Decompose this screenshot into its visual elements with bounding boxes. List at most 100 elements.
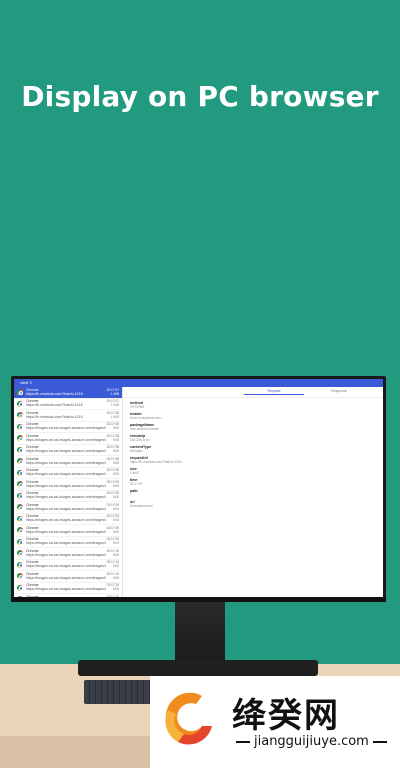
request-row[interactable]: Chromehttps://images-na.ssl-images-amazo… — [14, 468, 122, 479]
detail-value: 02:17:07 — [130, 482, 143, 486]
app-titlebar: vdeli 3 — [14, 379, 383, 387]
request-size: 1.4KB — [110, 403, 119, 407]
request-size: 6KB — [112, 518, 119, 522]
detail-pane: Request Response method OPTIONS header Host… — [124, 387, 383, 597]
request-url: https://images-na.ssl-images-amazon.com/… — [26, 460, 106, 465]
chrome-icon — [17, 458, 24, 465]
chrome-icon — [17, 584, 24, 591]
request-size: 6KB — [112, 552, 119, 557]
detail-field: remoteIp 140.205.xx.xx — [130, 434, 370, 442]
request-url: https://images-na.ssl-images-amazon.com/… — [26, 426, 106, 430]
request-size: 6KB — [112, 495, 119, 499]
request-row[interactable]: Chromehttps://images-na.ssl-images-amazo… — [14, 422, 122, 433]
request-row[interactable]: Chromehttps://images-na.ssl-images-amazo… — [14, 433, 122, 445]
chrome-icon — [17, 504, 24, 511]
request-row[interactable]: Chromehttps://images-na.ssl-images-amazo… — [14, 583, 122, 594]
request-row[interactable]: Chrome https://lh.resahost.com/?batch=121… — [14, 387, 122, 399]
request-url: https://images-na.ssl-images-amazon.com/… — [26, 506, 106, 511]
request-size: 6KB — [112, 449, 119, 453]
detail-field: time 02:17:07 — [130, 478, 370, 486]
detail-tabs: Request Response — [124, 387, 383, 398]
request-row[interactable]: Chromehttps://images-na.ssl-images-amazo… — [14, 514, 122, 525]
request-url: https://images-na.ssl-images-amazon.com/… — [26, 495, 106, 499]
request-url: https://images-na.ssl-images-amazon.com/… — [26, 587, 106, 591]
detail-value: 1.4KB — [130, 471, 139, 475]
request-size: 6KB — [112, 587, 119, 591]
request-row[interactable]: Chromehttps://images-na.ssl-images-amazo… — [14, 548, 122, 560]
request-url: https://images-na.ssl-images-amazon.com/… — [26, 529, 106, 534]
chrome-icon — [17, 515, 24, 522]
chrome-icon — [17, 469, 24, 476]
watermark-title: 绛癸网 — [232, 696, 340, 736]
request-url: https://images-na.ssl-images-amazon.com/… — [26, 483, 106, 488]
chrome-icon — [17, 527, 24, 534]
detail-value: Host: lh.resahost.com ... — [130, 416, 165, 420]
monitor-stand-base — [78, 660, 318, 676]
detail-value: text/plain — [130, 449, 143, 453]
request-size: 6KB — [112, 472, 119, 476]
request-url: https://images-na.ssl-images-amazon.com/… — [26, 541, 106, 545]
request-url: https://lh.resahost.com/?batch=1216 — [26, 403, 83, 407]
request-row[interactable]: Chrome https://lh.resahost.com/?batch=121… — [14, 399, 122, 410]
detail-field: url lh.resahost.com — [130, 500, 370, 508]
watermark-url: jiangguijiuye.com — [232, 734, 391, 749]
request-row[interactable]: Chromehttps://images-na.ssl-images-amazo… — [14, 479, 122, 491]
chrome-icon — [17, 492, 24, 499]
detail-value: 140.205.xx.xx — [130, 438, 150, 442]
detail-field: contentType text/plain — [130, 445, 370, 453]
request-row[interactable]: Chromehttps://images-na.ssl-images-amazo… — [14, 525, 122, 537]
request-size: 6KB — [112, 483, 119, 488]
detail-value: https://lh.resahost.com/?batch=1216 — [130, 460, 182, 464]
chrome-icon — [17, 412, 24, 419]
chrome-icon — [17, 481, 24, 488]
request-row[interactable]: Chrome https://lh.resahost.com/?batch=121… — [14, 410, 122, 422]
chrome-icon — [17, 400, 24, 407]
request-size: 6KB — [112, 564, 119, 568]
request-url: https://lh.resahost.com/?batch=1216 — [26, 391, 83, 396]
chrome-icon — [17, 446, 24, 453]
chrome-icon — [17, 561, 24, 568]
request-row[interactable]: Chromehttps://images-na.ssl-images-amazo… — [14, 571, 122, 583]
tab-request[interactable]: Request — [244, 389, 304, 395]
request-row[interactable]: Chromehttps://images-na.ssl-images-amazo… — [14, 456, 122, 468]
chrome-icon — [17, 423, 24, 430]
request-row[interactable]: Chromehttps://images-na.ssl-images-amazo… — [14, 491, 122, 502]
detail-field: path / — [130, 489, 370, 497]
detail-field: header Host: lh.resahost.com ... — [130, 412, 370, 420]
request-size: 6KB — [112, 575, 119, 580]
detail-value: OPTIONS — [130, 405, 145, 409]
request-url: https://images-na.ssl-images-amazon.com/… — [26, 472, 106, 476]
monitor: vdeli 3 Chrome https://lh.resahost.com/?b… — [11, 376, 386, 602]
detail-field: size 1.4KB — [130, 467, 370, 475]
request-size: 1.4KB — [110, 391, 119, 396]
keyboard — [84, 680, 156, 704]
request-size: 6KB — [112, 529, 119, 534]
detail-field: packageName com.android.chrome — [130, 423, 370, 431]
detail-value: / — [130, 493, 131, 497]
chrome-icon — [17, 538, 24, 545]
headline: Display on PC browser — [21, 80, 379, 113]
request-url: https://images-na.ssl-images-amazon.com/… — [26, 449, 106, 453]
detail-field: requestUrl https://lh.resahost.com/?batch… — [130, 456, 370, 464]
watermark: 绛癸网 jiangguijiuye.com — [150, 676, 400, 768]
request-url: https://images-na.ssl-images-amazon.com/… — [26, 518, 106, 522]
monitor-chin — [11, 597, 386, 602]
request-row[interactable]: Chromehttps://images-na.ssl-images-amazo… — [14, 445, 122, 456]
request-list: Chrome https://lh.resahost.com/?batch=121… — [14, 387, 123, 597]
chrome-icon — [17, 573, 24, 580]
detail-field: method OPTIONS — [130, 401, 370, 409]
watermark-logo-icon — [165, 692, 212, 745]
request-row[interactable]: Chromehttps://images-na.ssl-images-amazo… — [14, 502, 122, 514]
detail-value: lh.resahost.com — [130, 504, 153, 508]
request-url: https://images-na.ssl-images-amazon.com/… — [26, 564, 106, 568]
request-row[interactable]: Chromehttps://images-na.ssl-images-amazo… — [14, 537, 122, 548]
request-url: https://images-na.ssl-images-amazon.com/… — [26, 575, 106, 580]
request-url: https://lh.resahost.com/?batch=1216 — [26, 414, 83, 419]
chrome-icon — [17, 389, 24, 396]
request-size: 6KB — [112, 460, 119, 465]
tab-response[interactable]: Response — [309, 389, 369, 393]
request-row[interactable]: Chromehttps://images-na.ssl-images-amazo… — [14, 560, 122, 571]
monitor-stand — [175, 602, 225, 660]
request-size: 1.4KB — [110, 414, 119, 419]
request-url: https://images-na.ssl-images-amazon.com/… — [26, 437, 106, 442]
